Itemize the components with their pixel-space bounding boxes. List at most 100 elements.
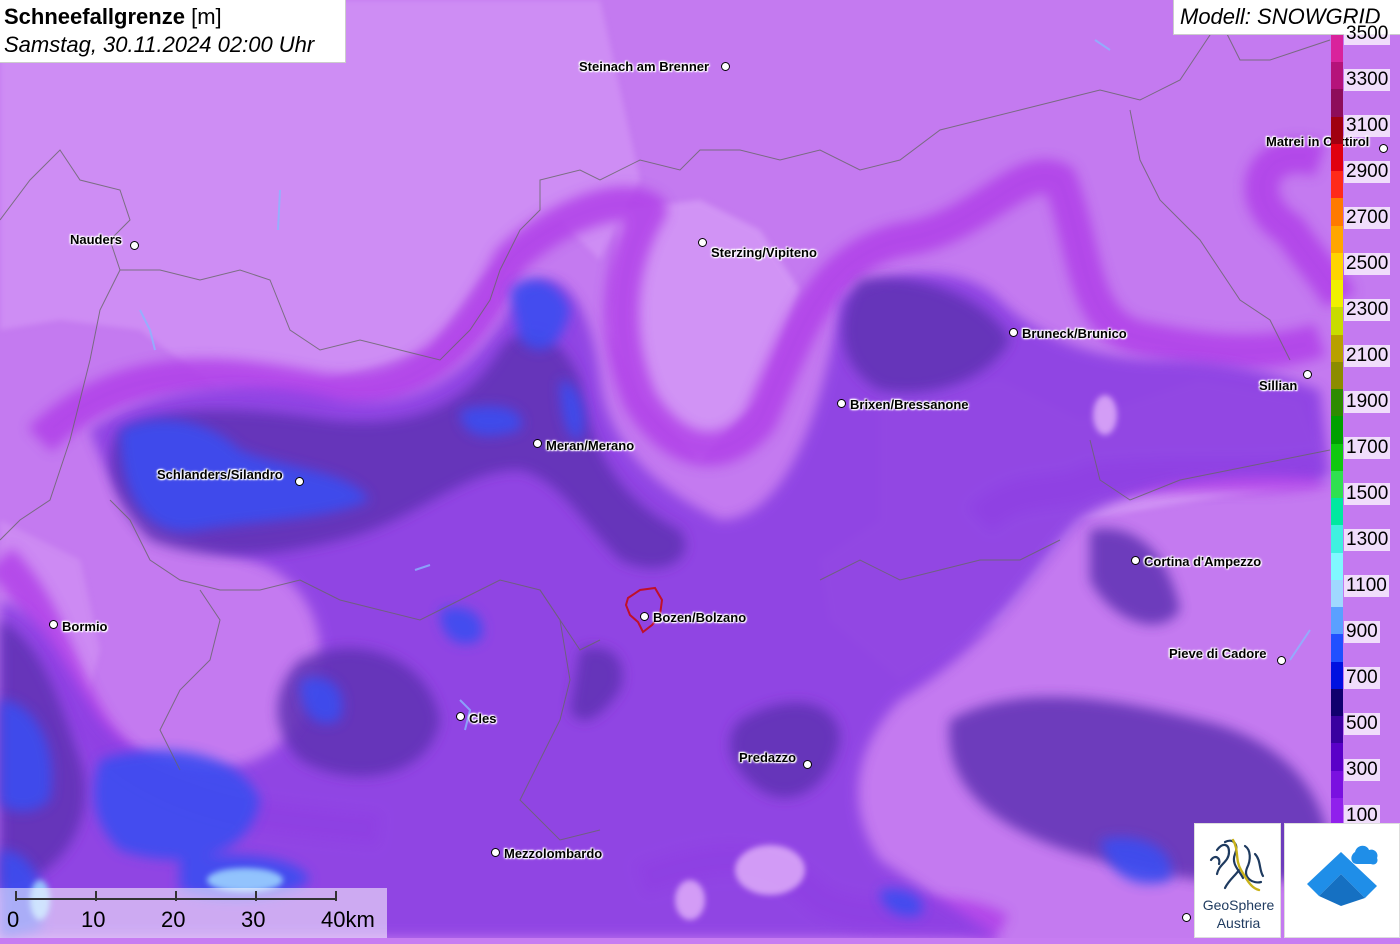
legend-swatch xyxy=(1331,307,1343,336)
city-dot-steinach xyxy=(721,62,730,71)
partner-logo[interactable] xyxy=(1284,823,1400,938)
legend-swatch xyxy=(1331,716,1343,744)
scale-label-30: 30 xyxy=(241,907,266,932)
legend-label-1500: 1500 xyxy=(1344,483,1391,505)
legend-swatch xyxy=(1331,198,1343,227)
city-label-brixen: Brixen/Bressanone xyxy=(850,397,969,412)
legend-label-3500: 3500 xyxy=(1344,23,1391,45)
legend-label-2300: 2300 xyxy=(1344,299,1391,321)
city-dot-mezzolombardo xyxy=(491,848,500,857)
scale-tick-40 xyxy=(335,891,337,901)
geosphere-emblem-icon xyxy=(1209,838,1265,892)
legend-label-900: 900 xyxy=(1344,621,1380,643)
city-dot-matrei xyxy=(1379,144,1388,153)
scale-label-40: 40km xyxy=(321,907,375,932)
legend-swatch xyxy=(1331,361,1343,390)
legend-swatch xyxy=(1331,552,1343,581)
scale-tick-30 xyxy=(255,891,257,901)
city-dot-bormio xyxy=(49,620,58,629)
legend-label-1900: 1900 xyxy=(1344,391,1391,413)
city-label-nauders: Nauders xyxy=(70,232,123,247)
city-dot-meran xyxy=(533,439,542,448)
city-label-bormio: Bormio xyxy=(62,619,108,634)
map-title-main: Schneefallgrenze xyxy=(4,4,185,29)
legend-swatch xyxy=(1331,688,1343,717)
city-label-cortina: Cortina d'Ampezzo xyxy=(1144,554,1262,569)
legend-swatch xyxy=(1331,443,1343,472)
city-dot-nauders xyxy=(130,241,139,250)
legend-swatch xyxy=(1331,579,1343,608)
scale-label-10: 10 xyxy=(81,907,106,932)
legend-swatch xyxy=(1331,62,1343,90)
legend-swatch xyxy=(1331,280,1343,308)
geosphere-logo[interactable]: GeoSphere Austria xyxy=(1194,823,1281,938)
geosphere-line1: GeoSphere xyxy=(1202,897,1275,913)
city-label-sterzing: Sterzing/Vipiteno xyxy=(711,245,817,260)
legend-swatch xyxy=(1331,470,1343,499)
legend-label-2700: 2700 xyxy=(1344,207,1391,229)
city-label-schlanders: Schlanders/Silandro xyxy=(157,467,283,482)
city-dot-brixen xyxy=(837,399,846,408)
city-label-cles: Cles xyxy=(469,711,497,726)
city-dot-bozen xyxy=(640,612,649,621)
map-title-box: Schneefallgrenze [m] Samstag, 30.11.2024… xyxy=(0,0,346,63)
snow-house-icon xyxy=(1307,845,1378,906)
scale-tick-20 xyxy=(175,891,177,901)
city-label-bruneck: Bruneck/Brunico xyxy=(1022,326,1127,341)
scale-tick-0 xyxy=(15,891,17,901)
legend-swatch xyxy=(1331,252,1343,281)
legend-swatch xyxy=(1331,89,1343,118)
legend-swatch xyxy=(1331,607,1343,635)
city-label-pieve: Pieve di Cadore xyxy=(1169,646,1267,661)
legend-swatch xyxy=(1331,171,1343,199)
legend-swatch xyxy=(1331,116,1343,145)
city-dot-sillian xyxy=(1303,370,1312,379)
city-label-predazzo: Predazzo xyxy=(739,750,797,765)
geosphere-line2: Austria xyxy=(1216,915,1261,931)
legend-label-3100: 3100 xyxy=(1344,115,1391,137)
legend-swatch xyxy=(1331,743,1343,771)
legend-label-1300: 1300 xyxy=(1344,529,1391,551)
city-dot-cles xyxy=(456,712,465,721)
legend-label-500: 500 xyxy=(1344,713,1380,735)
scale-bar: 0 10 20 30 40km xyxy=(0,888,387,938)
city-dot-bruneck xyxy=(1009,328,1018,337)
legend-label-700: 700 xyxy=(1344,667,1380,689)
legend-label-1700: 1700 xyxy=(1344,437,1391,459)
scale-label-0: 0 xyxy=(7,907,20,932)
legend-swatch xyxy=(1331,634,1343,663)
city-dot-schlanders xyxy=(295,477,304,486)
city-label-bozen: Bozen/Bolzano xyxy=(653,610,747,625)
city-label-steinach: Steinach am Brenner xyxy=(579,59,710,74)
legend-swatch xyxy=(1331,416,1343,445)
city-label-mezzolombardo: Mezzolombardo xyxy=(504,846,603,861)
map-datetime: Samstag, 30.11.2024 02:00 Uhr xyxy=(4,32,315,57)
legend-swatch xyxy=(1331,661,1343,690)
legend-swatch xyxy=(1331,525,1343,554)
city-label-sillian: Sillian xyxy=(1259,378,1298,393)
legend-label-2100: 2100 xyxy=(1344,345,1391,367)
map-title-unit: [m] xyxy=(191,4,222,29)
legend-label-300: 300 xyxy=(1344,759,1380,781)
legend-swatch xyxy=(1331,389,1343,417)
color-legend-bar xyxy=(1331,35,1343,826)
city-dot-sterzing xyxy=(698,238,707,247)
city-dot-cortina xyxy=(1131,556,1140,565)
legend-swatch xyxy=(1331,225,1343,254)
city-dot-pieve xyxy=(1277,656,1286,665)
legend-label-3300: 3300 xyxy=(1344,69,1391,91)
legend-swatch xyxy=(1331,143,1343,172)
legend-label-1100: 1100 xyxy=(1344,575,1389,597)
city-dot-unnamed xyxy=(1182,913,1191,922)
legend-swatch xyxy=(1331,334,1343,363)
scale-tick-10 xyxy=(95,891,97,901)
city-dot-predazzo xyxy=(803,760,812,769)
legend-swatch xyxy=(1331,797,1343,826)
legend-swatch xyxy=(1331,770,1343,799)
scale-label-20: 20 xyxy=(161,907,186,932)
legend-label-2900: 2900 xyxy=(1344,161,1391,183)
legend-swatch xyxy=(1331,35,1343,63)
legend-swatch xyxy=(1331,498,1343,526)
legend-label-2500: 2500 xyxy=(1344,253,1391,275)
map-title: Schneefallgrenze [m] xyxy=(4,3,345,31)
